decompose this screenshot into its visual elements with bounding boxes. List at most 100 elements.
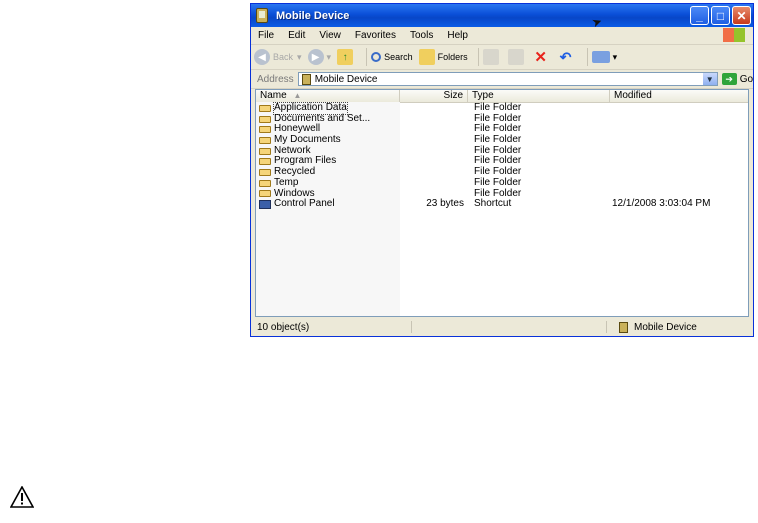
folder-icon: [259, 168, 271, 176]
file-name-cell: Temp: [256, 177, 400, 189]
sort-ascending-icon: ▲: [293, 91, 302, 100]
chevron-down-icon[interactable]: ▼: [702, 73, 717, 85]
warning-icon: [10, 486, 34, 508]
folder-icon: [259, 190, 271, 198]
file-modified: [610, 146, 742, 157]
search-icon: [371, 52, 382, 62]
forward-arrow-icon: ▶: [307, 49, 324, 65]
forward-dropdown-icon: ▾: [326, 51, 332, 62]
file-size: [400, 135, 468, 146]
views-dropdown-icon: ▾: [612, 51, 618, 62]
menu-edit[interactable]: Edit: [281, 30, 312, 41]
status-bar-divider: [411, 321, 607, 333]
minimize-button[interactable]: _: [690, 6, 709, 25]
folders-label: Folders: [437, 52, 468, 62]
folder-icon: [259, 158, 271, 166]
file-rows: Application Data File Folder Documents and…: [256, 102, 748, 210]
file-modified: [610, 156, 742, 167]
file-size: [400, 124, 468, 135]
file-size: [400, 114, 468, 125]
go-label: Go: [739, 73, 754, 85]
menu-favorites[interactable]: Favorites: [348, 30, 403, 41]
mobile-device-icon: [301, 73, 311, 85]
menu-file[interactable]: File: [251, 30, 281, 41]
file-list[interactable]: Name ▲ Size Type Modified Application Da…: [255, 89, 749, 317]
column-header-type[interactable]: Type: [468, 90, 610, 102]
menu-view[interactable]: View: [312, 30, 348, 41]
move-to-button[interactable]: [482, 49, 502, 65]
back-button[interactable]: ◀ Back ▾: [254, 49, 302, 65]
object-count: 10 object(s): [257, 321, 310, 333]
back-arrow-icon: ◀: [254, 49, 270, 65]
status-location-label: Mobile Device: [634, 321, 697, 333]
move-to-icon: [482, 49, 499, 65]
toolbar: ◀ Back ▾ ▶ ▾ ↑ Search Folders ✕ ↶ ▾: [251, 45, 753, 70]
file-size: [400, 178, 468, 189]
address-value: Mobile Device: [314, 73, 378, 85]
column-header-size[interactable]: Size: [400, 90, 468, 102]
toolbar-separator: [586, 48, 588, 66]
back-dropdown-icon: ▾: [297, 51, 302, 62]
address-bar: Address Mobile Device ▼ ➔ Go: [251, 70, 753, 89]
up-folder-button[interactable]: ↑: [337, 49, 356, 65]
address-input[interactable]: Mobile Device ▼: [297, 72, 718, 86]
undo-button[interactable]: ↶: [558, 49, 577, 65]
menu-tools[interactable]: Tools: [403, 30, 440, 41]
file-modified: [610, 124, 742, 135]
file-modified: 12/1/2008 3:03:04 PM: [612, 198, 711, 210]
folder-icon: [259, 147, 271, 155]
views-button[interactable]: ▾: [591, 51, 618, 63]
address-label: Address: [257, 73, 294, 85]
delete-button[interactable]: ✕: [533, 49, 552, 66]
file-modified: [610, 135, 742, 146]
file-size: 23 bytes: [426, 198, 464, 210]
file-size: [400, 103, 468, 114]
close-button[interactable]: ✕: [732, 6, 751, 25]
toolbar-separator: [366, 48, 368, 66]
search-button[interactable]: Search: [371, 52, 413, 62]
file-type: Shortcut: [474, 198, 512, 210]
menu-bar: File Edit View Favorites Tools Help: [251, 27, 753, 45]
go-button[interactable]: ➔ Go: [721, 73, 754, 85]
column-header-name[interactable]: Name ▲: [256, 90, 400, 102]
file-size: [400, 167, 468, 178]
mobile-device-icon: [256, 8, 268, 23]
file-size: [400, 146, 468, 157]
copy-to-button[interactable]: [507, 49, 527, 65]
folders-button[interactable]: Folders: [418, 49, 468, 65]
file-modified: [610, 114, 742, 125]
maximize-button[interactable]: □: [711, 6, 730, 25]
file-modified: [610, 178, 742, 189]
explorer-window[interactable]: Mobile Device ➤ _ □ ✕ File Edit View Fav…: [250, 3, 754, 337]
table-row[interactable]: Temp File Folder: [256, 176, 748, 189]
title-bar[interactable]: Mobile Device ➤ _ □ ✕: [251, 4, 753, 30]
menu-help[interactable]: Help: [440, 30, 475, 41]
folder-icon: [259, 115, 271, 123]
folders-icon: [418, 49, 435, 65]
folder-icon: [259, 104, 271, 112]
mobile-device-icon: [619, 321, 628, 333]
column-header-modified[interactable]: Modified: [610, 90, 742, 102]
delete-icon: ✕: [534, 49, 547, 66]
forward-button[interactable]: ▶ ▾: [307, 49, 332, 65]
shortcut-icon: [259, 200, 271, 210]
up-folder-icon: ↑: [337, 49, 354, 65]
window-title: Mobile Device: [276, 9, 350, 22]
folder-icon: [259, 126, 271, 134]
file-modified: [610, 103, 742, 114]
go-arrow-icon: ➔: [721, 73, 737, 85]
toolbar-separator: [477, 48, 479, 66]
file-modified: [610, 167, 742, 178]
file-size: [400, 156, 468, 167]
folder-icon: [259, 179, 271, 187]
views-icon: [591, 51, 610, 63]
column-name-label: Name: [260, 90, 287, 101]
file-type: File Folder: [474, 176, 522, 188]
windows-logo-icon: [723, 28, 745, 42]
table-row[interactable]: Control Panel 23 bytes Shortcut 12/1/2008 3…: [256, 198, 748, 210]
undo-icon: ↶: [559, 48, 572, 65]
folder-icon: [259, 136, 271, 144]
search-label: Search: [384, 52, 413, 62]
status-bar: 10 object(s) Mobile Device: [255, 320, 749, 334]
copy-to-icon: [507, 49, 524, 65]
